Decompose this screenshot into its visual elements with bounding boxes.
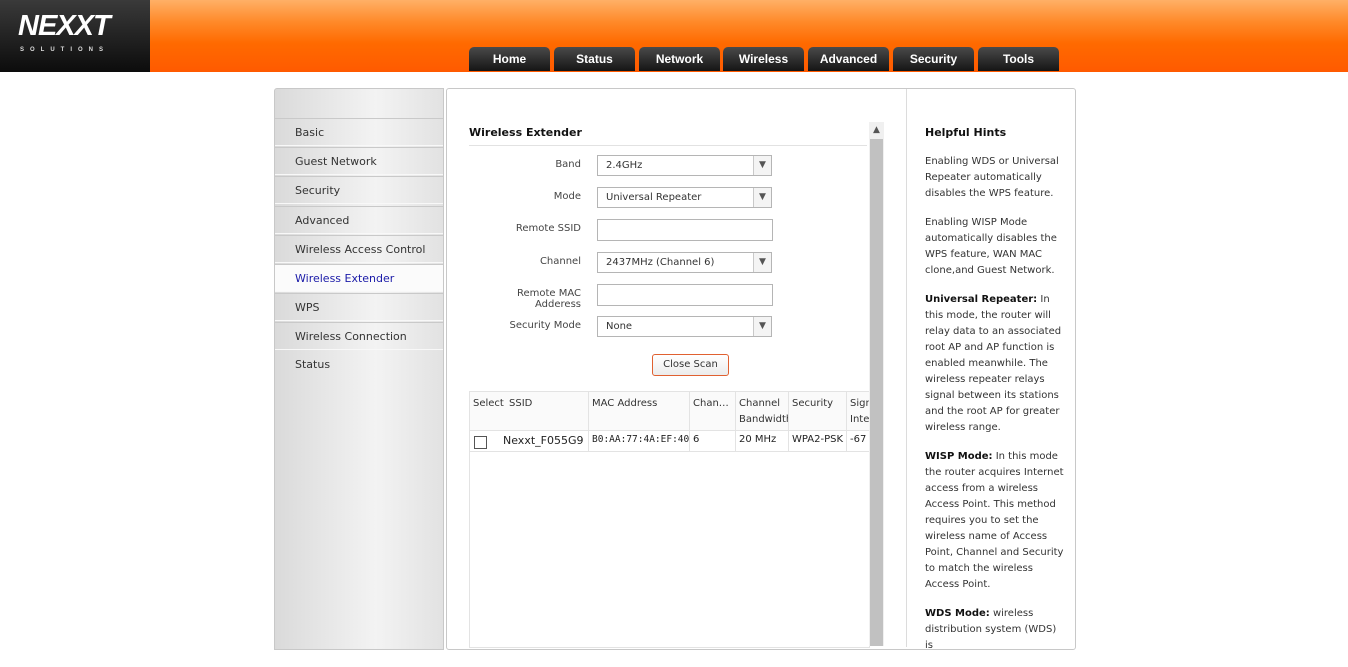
remote-ssid-label: Remote SSID — [515, 223, 581, 234]
hint-wds-wps: Enabling WDS or Universal Repeater autom… — [925, 156, 1059, 199]
band-select[interactable]: 2.4GHz ▼ — [597, 155, 772, 176]
nav-tab-status[interactable]: Status — [554, 47, 635, 71]
table-cell-security: WPA2-PSK — [789, 430, 847, 452]
hint-wisp-mode-text: In this mode the router acquires Interne… — [925, 451, 1064, 590]
band-label: Band — [555, 159, 581, 170]
nav-tab-tools[interactable]: Tools — [978, 47, 1059, 71]
col-header-bandwidth-line1: Channel — [739, 398, 781, 409]
hint-universal-repeater-text: In this mode, the router will relay data… — [925, 294, 1062, 433]
hint-wisp-mode-label: WISP Mode: — [925, 451, 993, 462]
channel-label: Channel — [539, 256, 581, 267]
security-mode-value: None — [606, 321, 633, 332]
nav-tab-wireless[interactable]: Wireless — [723, 47, 804, 71]
mode-select[interactable]: Universal Repeater ▼ — [597, 187, 772, 208]
table-cell-channel: 6 — [690, 430, 736, 452]
mode-label: Mode — [553, 191, 581, 202]
table-cell-ssid: Nexxt_F055G9 — [498, 430, 589, 452]
hint-universal-repeater-label: Universal Repeater: — [925, 294, 1038, 305]
remote-mac-label: Remote MAC Adderess — [516, 288, 581, 310]
table-cell-signal: -67 — [847, 430, 869, 452]
hint-wds-mode: WDS Mode: wireless distribution system (… — [925, 606, 1065, 654]
row-select-checkbox[interactable] — [474, 436, 487, 449]
hint-wisp: Enabling WISP Mode automatically disable… — [925, 217, 1057, 276]
hints-body: Enabling WDS or Universal Repeater autom… — [925, 154, 1065, 667]
sidebar-item-advanced[interactable]: Advanced — [275, 206, 443, 234]
scrollbar-thumb[interactable] — [870, 139, 883, 646]
chevron-up-icon[interactable]: ▲ — [869, 122, 884, 138]
chevron-down-icon: ▼ — [753, 188, 771, 207]
col-header-bandwidth: Channel Bandwidth — [736, 392, 789, 430]
nav-tab-advanced[interactable]: Advanced — [808, 47, 889, 71]
sidebar-item-basic[interactable]: Basic — [275, 118, 443, 146]
remote-mac-input[interactable] — [597, 284, 773, 306]
table-cell-mac: B0:AA:77:4A:EF:40 — [589, 430, 690, 452]
sidebar-item-wps[interactable]: WPS — [275, 293, 443, 321]
channel-select-value: 2437MHz (Channel 6) — [606, 257, 715, 268]
logo-subtitle: SOLUTIONS — [20, 47, 110, 53]
band-select-value: 2.4GHz — [606, 160, 643, 171]
nav-tab-security[interactable]: Security — [893, 47, 974, 71]
hint-wisp-mode: WISP Mode: In this mode the router acqui… — [925, 449, 1065, 593]
col-header-select: Select — [470, 392, 506, 430]
channel-select[interactable]: 2437MHz (Channel 6) ▼ — [597, 252, 772, 273]
content-scrollbar[interactable]: ▲ — [869, 122, 884, 646]
logo[interactable]: NEXXT SOLUTIONS — [0, 0, 150, 72]
sidebar-item-connection-status[interactable]: Wireless Connection Status — [275, 322, 443, 371]
col-header-security: Security — [789, 392, 847, 430]
col-header-bandwidth-line2: Bandwidth — [739, 414, 789, 425]
col-header-signal-line2: Inte — [850, 414, 870, 425]
sidebar-menu: Basic Guest Network Security Advanced Wi… — [274, 88, 444, 650]
header-bar: NEXXT SOLUTIONS Home Status Network Wire… — [0, 0, 1348, 72]
chevron-down-icon: ▼ — [753, 253, 771, 272]
mode-select-value: Universal Repeater — [606, 192, 702, 203]
security-mode-label: Security Mode — [509, 320, 582, 331]
sidebar-item-security[interactable]: Security — [275, 176, 443, 204]
hints-divider — [906, 89, 907, 647]
nav-tab-network[interactable]: Network — [639, 47, 720, 71]
col-header-signal: Sign Inte — [847, 392, 870, 430]
remote-ssid-input[interactable] — [597, 219, 773, 241]
title-divider — [469, 145, 867, 146]
scan-results-table: Select SSID MAC Address Chan… Channel Ba… — [469, 391, 870, 648]
col-header-signal-line1: Sign — [850, 398, 870, 409]
col-header-ssid: SSID — [506, 392, 589, 430]
table-cell-bandwidth: 20 MHz — [736, 430, 789, 452]
table-row-select-cell — [470, 430, 498, 452]
hints-title: Helpful Hints — [925, 126, 1007, 139]
hint-wds-mode-label: WDS Mode: — [925, 608, 990, 619]
page-title: Wireless Extender — [469, 126, 582, 139]
sidebar-item-access-control[interactable]: Wireless Access Control — [275, 235, 443, 263]
security-mode-select[interactable]: None ▼ — [597, 316, 772, 337]
sidebar-item-guest-network[interactable]: Guest Network — [275, 147, 443, 175]
chevron-down-icon: ▼ — [753, 317, 771, 336]
col-header-mac: MAC Address — [589, 392, 690, 430]
logo-text: NEXXT — [18, 10, 111, 42]
close-scan-button[interactable]: Close Scan — [652, 354, 729, 376]
hint-universal-repeater: Universal Repeater: In this mode, the ro… — [925, 292, 1065, 436]
col-header-channel: Chan… — [690, 392, 736, 430]
chevron-down-icon: ▼ — [753, 156, 771, 175]
sidebar-item-wireless-extender[interactable]: Wireless Extender — [275, 264, 443, 292]
nav-tab-home[interactable]: Home — [469, 47, 550, 71]
